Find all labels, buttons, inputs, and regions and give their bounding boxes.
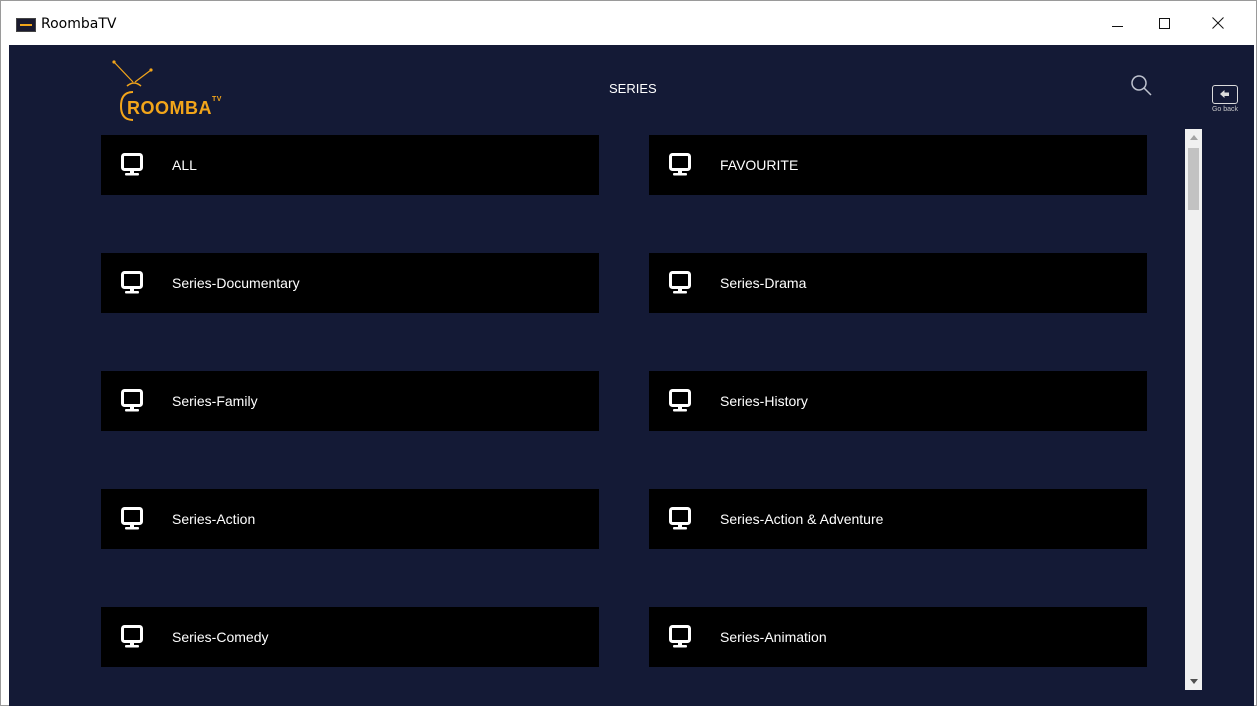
go-back-button[interactable]: Go back (1205, 82, 1253, 122)
app-window: RoombaTV ROOMBATV SERIES Go back ALL FAV… (0, 0, 1257, 706)
search-icon (1131, 75, 1152, 96)
roomba-logo: ROOMBATV (109, 60, 229, 122)
app-content: ROOMBATV SERIES Go back ALL FAVOURITE Seri… (9, 45, 1254, 706)
go-back-label: Go back (1211, 106, 1239, 113)
category-label: Series-Comedy (172, 629, 269, 645)
back-arrow-icon (1220, 90, 1229, 98)
category-label: Series-Drama (720, 275, 807, 291)
category-label: ALL (172, 157, 197, 173)
monitor-icon (121, 271, 143, 294)
monitor-icon (121, 389, 143, 412)
scroll-down-button[interactable] (1185, 673, 1202, 690)
category-label: FAVOURITE (720, 157, 799, 173)
monitor-icon (669, 153, 691, 176)
close-button[interactable] (1195, 1, 1241, 45)
maximize-button[interactable] (1141, 1, 1187, 45)
title-bar: RoombaTV (1, 1, 1256, 45)
scroll-up-arrow-icon (1189, 135, 1198, 140)
category-card[interactable]: Series-Family (101, 371, 599, 431)
scroll-thumb[interactable] (1188, 148, 1199, 210)
category-card[interactable]: Series-Documentary (101, 253, 599, 313)
category-card[interactable]: Series-Animation (649, 607, 1147, 667)
logo-text: ROOMBA (127, 98, 212, 118)
category-card[interactable]: Series-Action (101, 489, 599, 549)
category-label: Series-History (720, 393, 808, 409)
minimize-button[interactable] (1094, 1, 1140, 45)
category-card[interactable]: ALL (101, 135, 599, 195)
category-card[interactable]: Series-Action & Adventure (649, 489, 1147, 549)
search-button[interactable] (1129, 73, 1153, 97)
close-icon (1212, 17, 1224, 29)
minimize-icon (1111, 25, 1123, 27)
maximize-icon (1158, 17, 1170, 29)
monitor-icon (121, 507, 143, 530)
category-label: Series-Documentary (172, 275, 300, 291)
monitor-icon (121, 153, 143, 176)
app-icon (16, 18, 36, 32)
monitor-icon (669, 507, 691, 530)
category-label: Series-Action (172, 511, 256, 527)
category-card[interactable]: FAVOURITE (649, 135, 1147, 195)
scroll-down-arrow-icon (1189, 679, 1198, 684)
category-card[interactable]: Series-Comedy (101, 607, 599, 667)
monitor-icon (669, 271, 691, 294)
logo-tm: TV (212, 96, 222, 103)
scroll-up-button[interactable] (1185, 129, 1202, 146)
vertical-scrollbar[interactable] (1185, 129, 1202, 690)
category-grid: ALL FAVOURITE Series-Documentary Series-Dra… (101, 135, 1147, 675)
category-label: Series-Action & Adventure (720, 511, 884, 527)
category-card[interactable]: Series-History (649, 371, 1147, 431)
window-title: RoombaTV (41, 16, 117, 32)
category-card[interactable]: Series-Drama (649, 253, 1147, 313)
page-title: SERIES (609, 81, 657, 96)
monitor-icon (121, 625, 143, 648)
category-label: Series-Family (172, 393, 258, 409)
category-label: Series-Animation (720, 629, 827, 645)
monitor-icon (669, 389, 691, 412)
go-back-frame (1212, 85, 1238, 104)
monitor-icon (669, 625, 691, 648)
